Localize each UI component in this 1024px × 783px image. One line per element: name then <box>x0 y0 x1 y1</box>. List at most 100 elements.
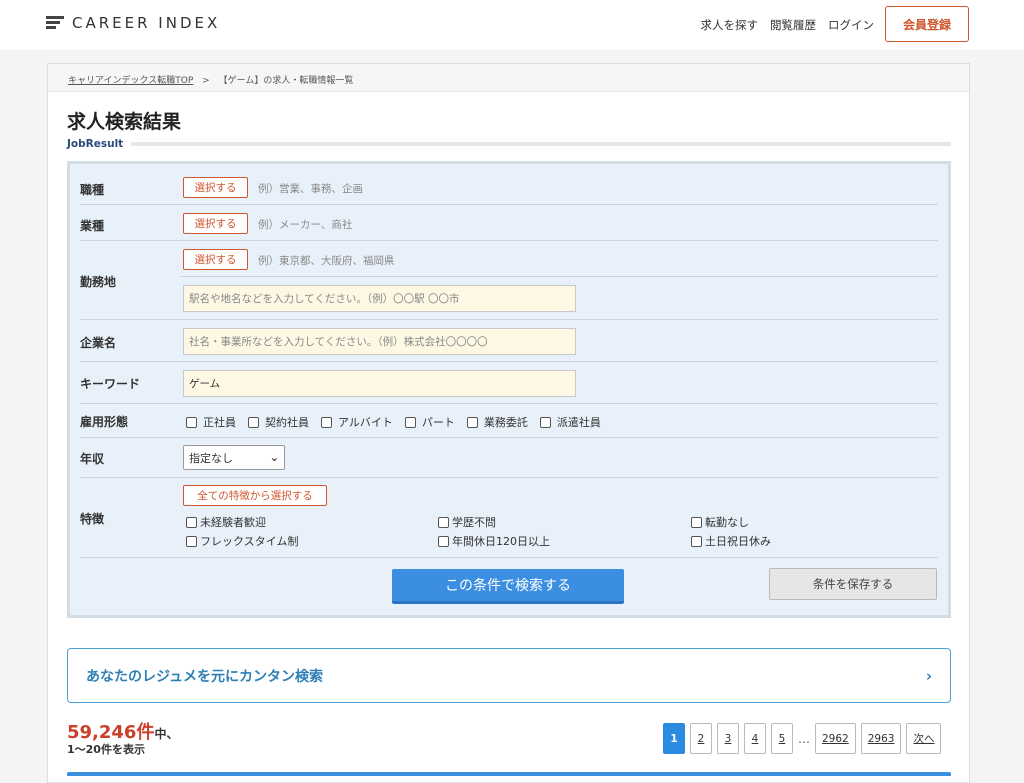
result-count-suffix: 中、 <box>154 727 179 741</box>
feature-option-label: 転勤なし <box>705 516 749 529</box>
result-count-value: 59,246件 <box>67 722 155 743</box>
checkbox[interactable] <box>539 416 551 428</box>
top-header: CAREER INDEX 求人を探す 閲覧履歴 ログイン 会員登録 <box>0 0 1024 50</box>
checkbox[interactable] <box>404 416 416 428</box>
location-divider <box>180 276 938 277</box>
page-button[interactable]: 2962 <box>815 723 856 754</box>
feature-option-label: フレックスタイム制 <box>200 535 299 548</box>
employment-option[interactable]: 業務委託 <box>466 414 528 430</box>
feature-option-label: 学歴不問 <box>452 516 496 529</box>
job-type-example: 例）営業、事務、企画 <box>258 183 363 195</box>
employment-option[interactable]: アルバイト <box>321 414 393 430</box>
job-type-select-button[interactable]: 選択する <box>183 177 248 198</box>
feature-option[interactable]: 未経験者歓迎 <box>186 514 266 530</box>
checkbox[interactable] <box>691 535 702 547</box>
employment-option-label: パート <box>421 416 455 429</box>
employment-option[interactable]: 契約社員 <box>248 414 309 430</box>
checkbox[interactable] <box>321 416 332 428</box>
pagination: 1 2 3 4 5 … 2962 2963 次へ <box>663 723 942 754</box>
search-button[interactable]: この条件で検索する <box>392 569 624 604</box>
page-button[interactable]: 2963 <box>860 723 902 754</box>
features-label: 特徴 <box>80 512 105 526</box>
employment-option[interactable]: 正社員 <box>186 414 236 430</box>
feature-option-label: 年間休日120日以上 <box>452 535 550 548</box>
salary-label: 年収 <box>80 452 105 466</box>
logo-text: CAREER INDEX <box>72 14 221 32</box>
feature-option[interactable]: フレックスタイム制 <box>186 533 298 549</box>
main-panel: キャリアインデックス転職TOP > 【ゲーム】の求人・転職情報一覧 求人検索結果… <box>47 63 970 783</box>
resume-search-label: あなたのレジュメを元にカンタン検索 <box>86 668 324 685</box>
checkbox[interactable] <box>186 516 197 528</box>
subtitle-divider <box>131 142 951 146</box>
employment-option-label: アルバイト <box>338 416 393 429</box>
company-input[interactable]: 社名・事業所などを入力してください。（例）株式会社〇〇〇〇 <box>183 328 576 355</box>
features-select-all-button[interactable]: 全ての特徴から選択する <box>183 485 327 506</box>
company-label: 企業名 <box>80 336 117 350</box>
employment-option-label: 派遣社員 <box>556 416 601 429</box>
nav-history[interactable]: 閲覧履歴 <box>770 17 816 33</box>
location-select-button[interactable]: 選択する <box>183 249 248 270</box>
employment-option[interactable]: 派遣社員 <box>539 414 601 430</box>
keyword-label: キーワード <box>80 377 141 391</box>
features-row: 特徴 全ての特徴から選択する 未経験者歓迎 学歴不問 転勤なし フレックスタイム… <box>80 478 938 558</box>
logo-icon <box>46 16 64 30</box>
feature-option[interactable]: 転勤なし <box>691 514 749 530</box>
page-title: 求人検索結果 <box>67 111 182 133</box>
job-type-row: 職種 選択する 例）営業、事務、企画 <box>80 169 938 205</box>
next-page-button[interactable]: 次へ <box>906 723 942 754</box>
register-button[interactable]: 会員登録 <box>885 6 969 42</box>
checkbox[interactable] <box>438 535 449 547</box>
location-example: 例）東京都、大阪府、福岡県 <box>258 255 395 267</box>
industry-example: 例）メーカー、商社 <box>258 219 353 231</box>
employment-options: 正社員 契約社員 アルバイト パート 業務委託 派遣社員 <box>186 414 601 430</box>
page-button[interactable]: 3 <box>717 723 739 754</box>
nav-find-jobs[interactable]: 求人を探す <box>701 17 759 33</box>
logo[interactable]: CAREER INDEX <box>46 14 220 32</box>
checkbox[interactable] <box>186 416 197 428</box>
breadcrumb: キャリアインデックス転職TOP > 【ゲーム】の求人・転職情報一覧 <box>48 64 969 92</box>
bottom-accent-bar <box>67 772 951 776</box>
checkbox[interactable] <box>438 516 449 528</box>
page-subtitle: JobResult <box>67 138 124 150</box>
keyword-input[interactable]: ゲーム <box>183 370 576 397</box>
industry-label: 業種 <box>80 219 105 233</box>
location-input[interactable]: 駅名や地名などを入力してください。（例）〇〇駅 〇〇市 <box>183 285 576 312</box>
page-button[interactable]: 5 <box>771 723 793 754</box>
feature-option-label: 土日祝日休み <box>705 535 771 548</box>
industry-row: 業種 選択する 例）メーカー、商社 <box>80 205 938 241</box>
resume-search-link[interactable]: あなたのレジュメを元にカンタン検索 › <box>67 648 951 703</box>
feature-option[interactable]: 土日祝日休み <box>691 533 771 549</box>
page-button[interactable]: 1 <box>663 723 685 754</box>
salary-select[interactable]: 指定なし ⌄ <box>183 445 285 470</box>
location-row: 勤務地 選択する 例）東京都、大阪府、福岡県 駅名や地名などを入力してください。… <box>80 241 938 320</box>
employment-row: 雇用形態 正社員 契約社員 アルバイト パート 業務委託 派遣社員 <box>80 404 938 438</box>
nav-login[interactable]: ログイン <box>828 17 874 33</box>
subtitle-row: JobResult <box>67 138 951 150</box>
checkbox[interactable] <box>691 516 702 528</box>
employment-option[interactable]: パート <box>404 414 455 430</box>
pagination-ellipsis: … <box>798 731 810 746</box>
salary-row: 年収 指定なし ⌄ <box>80 438 938 478</box>
employment-option-label: 契約社員 <box>265 416 309 429</box>
header-nav: 求人を探す 閲覧履歴 ログイン <box>701 17 875 33</box>
feature-option[interactable]: 年間休日120日以上 <box>438 533 550 549</box>
company-row: 企業名 社名・事業所などを入力してください。（例）株式会社〇〇〇〇 <box>80 320 938 362</box>
checkbox[interactable] <box>466 416 478 428</box>
breadcrumb-current: 【ゲーム】の求人・転職情報一覧 <box>218 76 354 86</box>
feature-option-label: 未経験者歓迎 <box>200 516 266 529</box>
industry-select-button[interactable]: 選択する <box>183 213 248 234</box>
result-range: 1〜20件を表示 <box>67 743 145 756</box>
save-conditions-button[interactable]: 条件を保存する <box>769 568 937 600</box>
employment-option-label: 正社員 <box>203 416 236 429</box>
page-button[interactable]: 4 <box>744 723 766 754</box>
breadcrumb-home-link[interactable]: キャリアインデックス転職TOP <box>68 76 193 86</box>
checkbox[interactable] <box>186 535 197 547</box>
employment-option-label: 業務委託 <box>483 416 528 429</box>
keyword-row: キーワード ゲーム <box>80 362 938 404</box>
salary-select-value: 指定なし <box>189 451 233 465</box>
breadcrumb-separator: > <box>202 76 210 86</box>
chevron-down-icon: ⌄ <box>269 451 279 464</box>
page-button[interactable]: 2 <box>690 723 712 754</box>
feature-option[interactable]: 学歴不問 <box>438 514 496 530</box>
checkbox[interactable] <box>248 416 259 428</box>
